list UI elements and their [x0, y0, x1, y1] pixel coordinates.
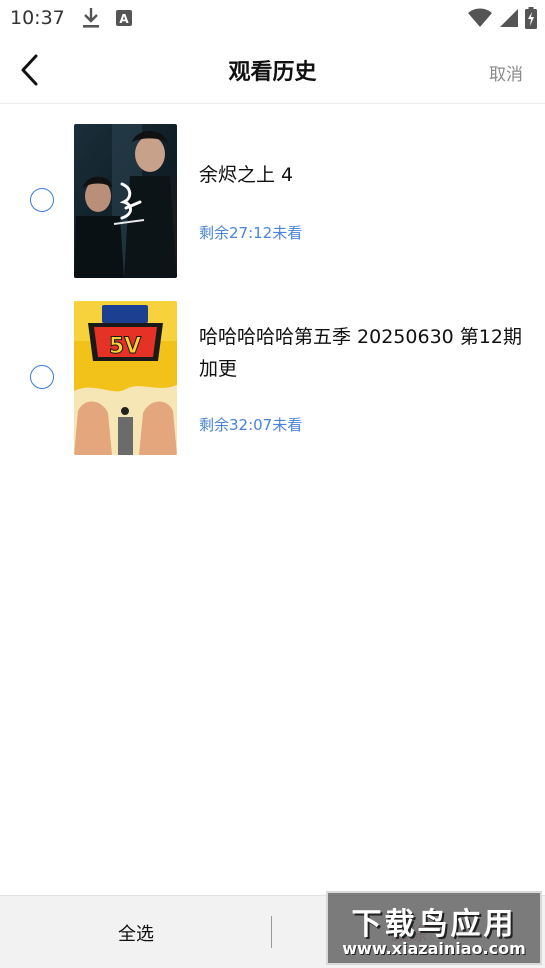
- svg-text:A: A: [119, 12, 129, 26]
- watermark-url: www.xiazainiao.com: [342, 939, 526, 958]
- select-all-button[interactable]: 全选: [0, 896, 272, 968]
- item-title: 哈哈哈哈哈第五季 20250630 第12期加更: [199, 326, 522, 380]
- select-radio[interactable]: [30, 365, 54, 389]
- list-item[interactable]: 5V 哈哈哈哈哈第五季 20250630 第12期加更 剩余32:07未看: [0, 281, 545, 458]
- status-right-icons: [467, 6, 537, 30]
- watermark: 下载鸟应用 www.xiazainiao.com: [326, 891, 542, 965]
- status-bar: 10:37 A: [0, 0, 545, 36]
- watch-history-screen: 10:37 A 观看历史 取消 余烬之上 4 剩余27:12未看 5V 哈哈哈哈…: [0, 0, 545, 968]
- item-title: 余烬之上 4: [199, 164, 294, 186]
- battery-charging-icon: [525, 7, 537, 29]
- watermark-title: 下载鸟应用: [351, 907, 517, 942]
- select-radio[interactable]: [30, 188, 54, 212]
- header: 观看历史 取消: [0, 36, 545, 104]
- item-remaining-time: 剩余27:12未看: [199, 224, 303, 242]
- item-remaining-time: 剩余32:07未看: [199, 416, 303, 434]
- poster-thumbnail[interactable]: 5V: [74, 301, 177, 455]
- cancel-button[interactable]: 取消: [489, 60, 523, 85]
- page-title: 观看历史: [228, 60, 317, 85]
- status-time: 10:37: [10, 7, 65, 29]
- a-notification-icon: A: [116, 10, 132, 26]
- list-item[interactable]: 余烬之上 4 剩余27:12未看: [0, 104, 545, 281]
- download-icon: [83, 8, 99, 28]
- poster-thumbnail[interactable]: [74, 124, 177, 278]
- svg-text:5V: 5V: [109, 334, 141, 359]
- signal-icon: [500, 9, 518, 27]
- wifi-icon: [468, 8, 492, 27]
- history-list: 余烬之上 4 剩余27:12未看 5V 哈哈哈哈哈第五季 20250630 第1…: [0, 104, 545, 458]
